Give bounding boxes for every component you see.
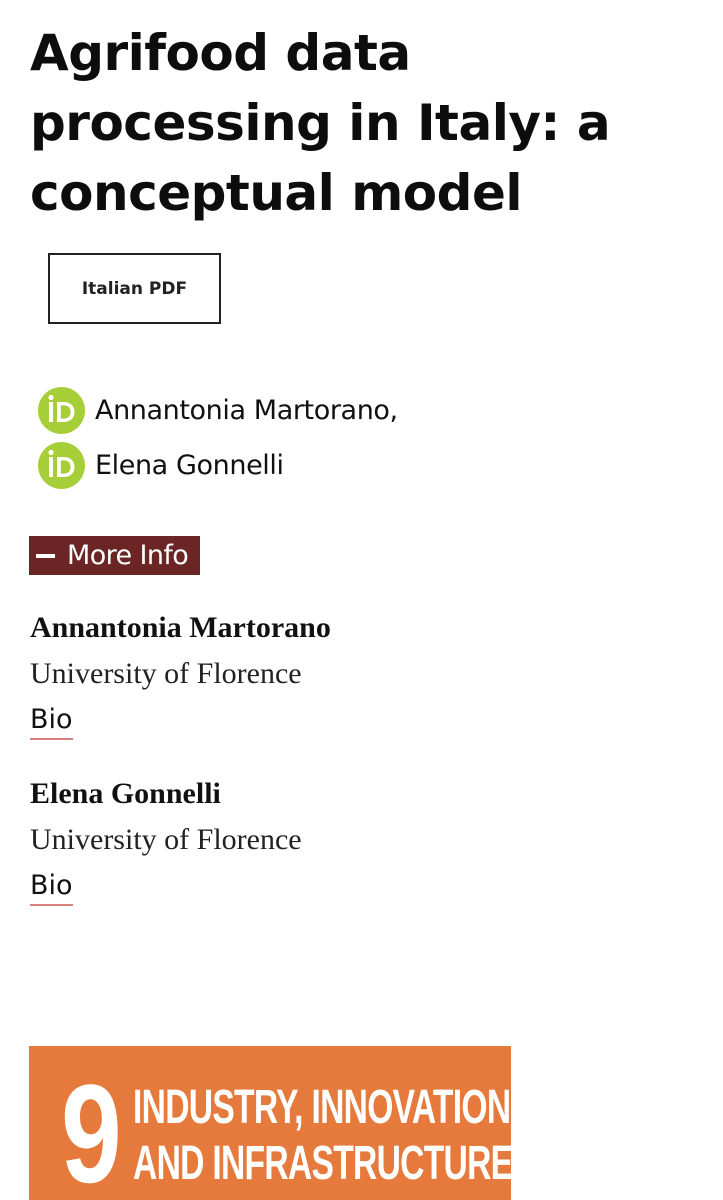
sdg-label-line-1: INDUSTRY, INNOVATION: [133, 1081, 511, 1134]
affiliation-author-name: Annantonia Martorano: [30, 611, 331, 644]
affiliation-author-name: Elena Gonnelli: [30, 777, 221, 810]
sdg-9-badge[interactable]: 9 INDUSTRY, INNOVATION AND INFRASTRUCTUR…: [29, 1046, 511, 1200]
author-affiliation: Elena Gonnelli University of Florence Bi…: [30, 776, 302, 906]
more-info-label: More Info: [67, 540, 189, 571]
more-info-toggle[interactable]: More Info: [29, 536, 200, 575]
orcid-icon[interactable]: [38, 386, 85, 434]
sdg-label: INDUSTRY, INNOVATION AND INFRASTRUCTURE: [133, 1080, 511, 1192]
affiliation-institution: University of Florence: [30, 657, 302, 690]
minus-icon: [36, 553, 55, 558]
author-line: Annantonia Martorano,: [38, 386, 398, 434]
author-affiliation: Annantonia Martorano University of Flore…: [30, 610, 331, 740]
orcid-icon[interactable]: [38, 441, 85, 489]
italian-pdf-button[interactable]: Italian PDF: [48, 253, 221, 324]
sdg-number: 9: [61, 1055, 122, 1200]
bio-link[interactable]: Bio: [30, 702, 73, 740]
article-title: Agrifood data processing in Italy: a con…: [30, 24, 611, 222]
sdg-label-line-2: AND INFRASTRUCTURE: [133, 1137, 511, 1190]
affiliation-institution: University of Florence: [30, 823, 302, 856]
bio-link[interactable]: Bio: [30, 868, 73, 906]
author-name[interactable]: Annantonia Martorano,: [95, 395, 398, 426]
author-line: Elena Gonnelli: [38, 441, 284, 489]
author-name[interactable]: Elena Gonnelli: [95, 450, 284, 481]
